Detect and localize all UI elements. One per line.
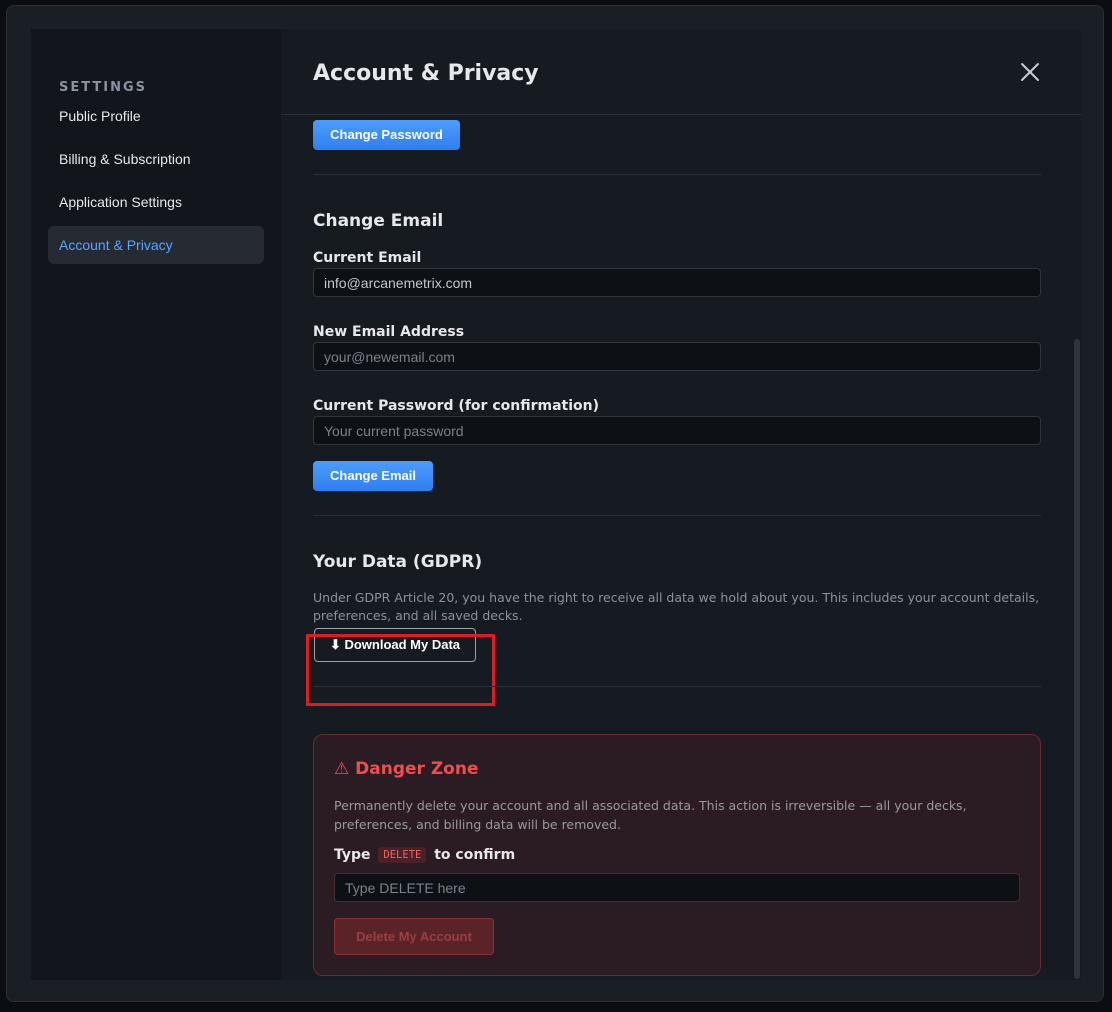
danger-zone-description: Permanently delete your account and all … [334, 798, 967, 832]
danger-zone-panel: ⚠ Danger Zone Permanently delete your ac… [313, 734, 1041, 976]
settings-content: Account & Privacy Change Password Change… [281, 29, 1081, 980]
sidebar-heading: SETTINGS [59, 80, 148, 95]
sidebar-item-public-profile[interactable]: Public Profile [48, 97, 264, 135]
delete-confirm-label: Type DELETE to confirm [334, 847, 515, 863]
gdpr-description: Under GDPR Article 20, you have the righ… [313, 590, 1040, 623]
scrollbar-thumb[interactable] [1074, 339, 1080, 979]
change-email-title: Change Email [313, 211, 444, 231]
content-header: Account & Privacy [281, 29, 1081, 115]
page-title: Account & Privacy [313, 61, 539, 86]
section-divider [313, 174, 1041, 175]
confirm-password-label: Current Password (for confirmation) [313, 398, 599, 414]
delete-code-chip: DELETE [378, 847, 427, 863]
sidebar-item-billing-subscription[interactable]: Billing & Subscription [48, 140, 264, 178]
section-divider [313, 686, 1041, 687]
close-button[interactable] [1017, 59, 1043, 85]
current-email-label: Current Email [313, 250, 422, 266]
section-divider [313, 515, 1041, 516]
sidebar-item-application-settings[interactable]: Application Settings [48, 183, 264, 221]
new-email-field[interactable] [313, 342, 1041, 371]
current-email-field[interactable] [313, 268, 1041, 297]
confirm-prefix: Type [334, 847, 371, 863]
change-password-button[interactable]: Change Password [313, 120, 460, 150]
new-email-label: New Email Address [313, 324, 465, 340]
settings-modal: SETTINGS Public Profile Billing & Subscr… [6, 5, 1104, 1002]
close-icon [1021, 63, 1039, 81]
confirm-suffix: to confirm [434, 847, 516, 863]
gdpr-title: Your Data (GDPR) [313, 552, 483, 572]
confirm-password-field[interactable] [313, 416, 1041, 445]
sidebar-item-account-privacy[interactable]: Account & Privacy [48, 226, 264, 264]
settings-sidebar: SETTINGS Public Profile Billing & Subscr… [31, 29, 282, 980]
delete-confirm-field[interactable] [334, 873, 1020, 902]
delete-account-button[interactable]: Delete My Account [334, 918, 494, 955]
change-email-button[interactable]: Change Email [313, 461, 433, 491]
download-my-data-button[interactable]: ⬇ Download My Data [314, 628, 476, 662]
danger-zone-title: ⚠ Danger Zone [334, 759, 479, 779]
settings-scroll-area[interactable]: Change Password Change Email Current Ema… [281, 115, 1081, 980]
